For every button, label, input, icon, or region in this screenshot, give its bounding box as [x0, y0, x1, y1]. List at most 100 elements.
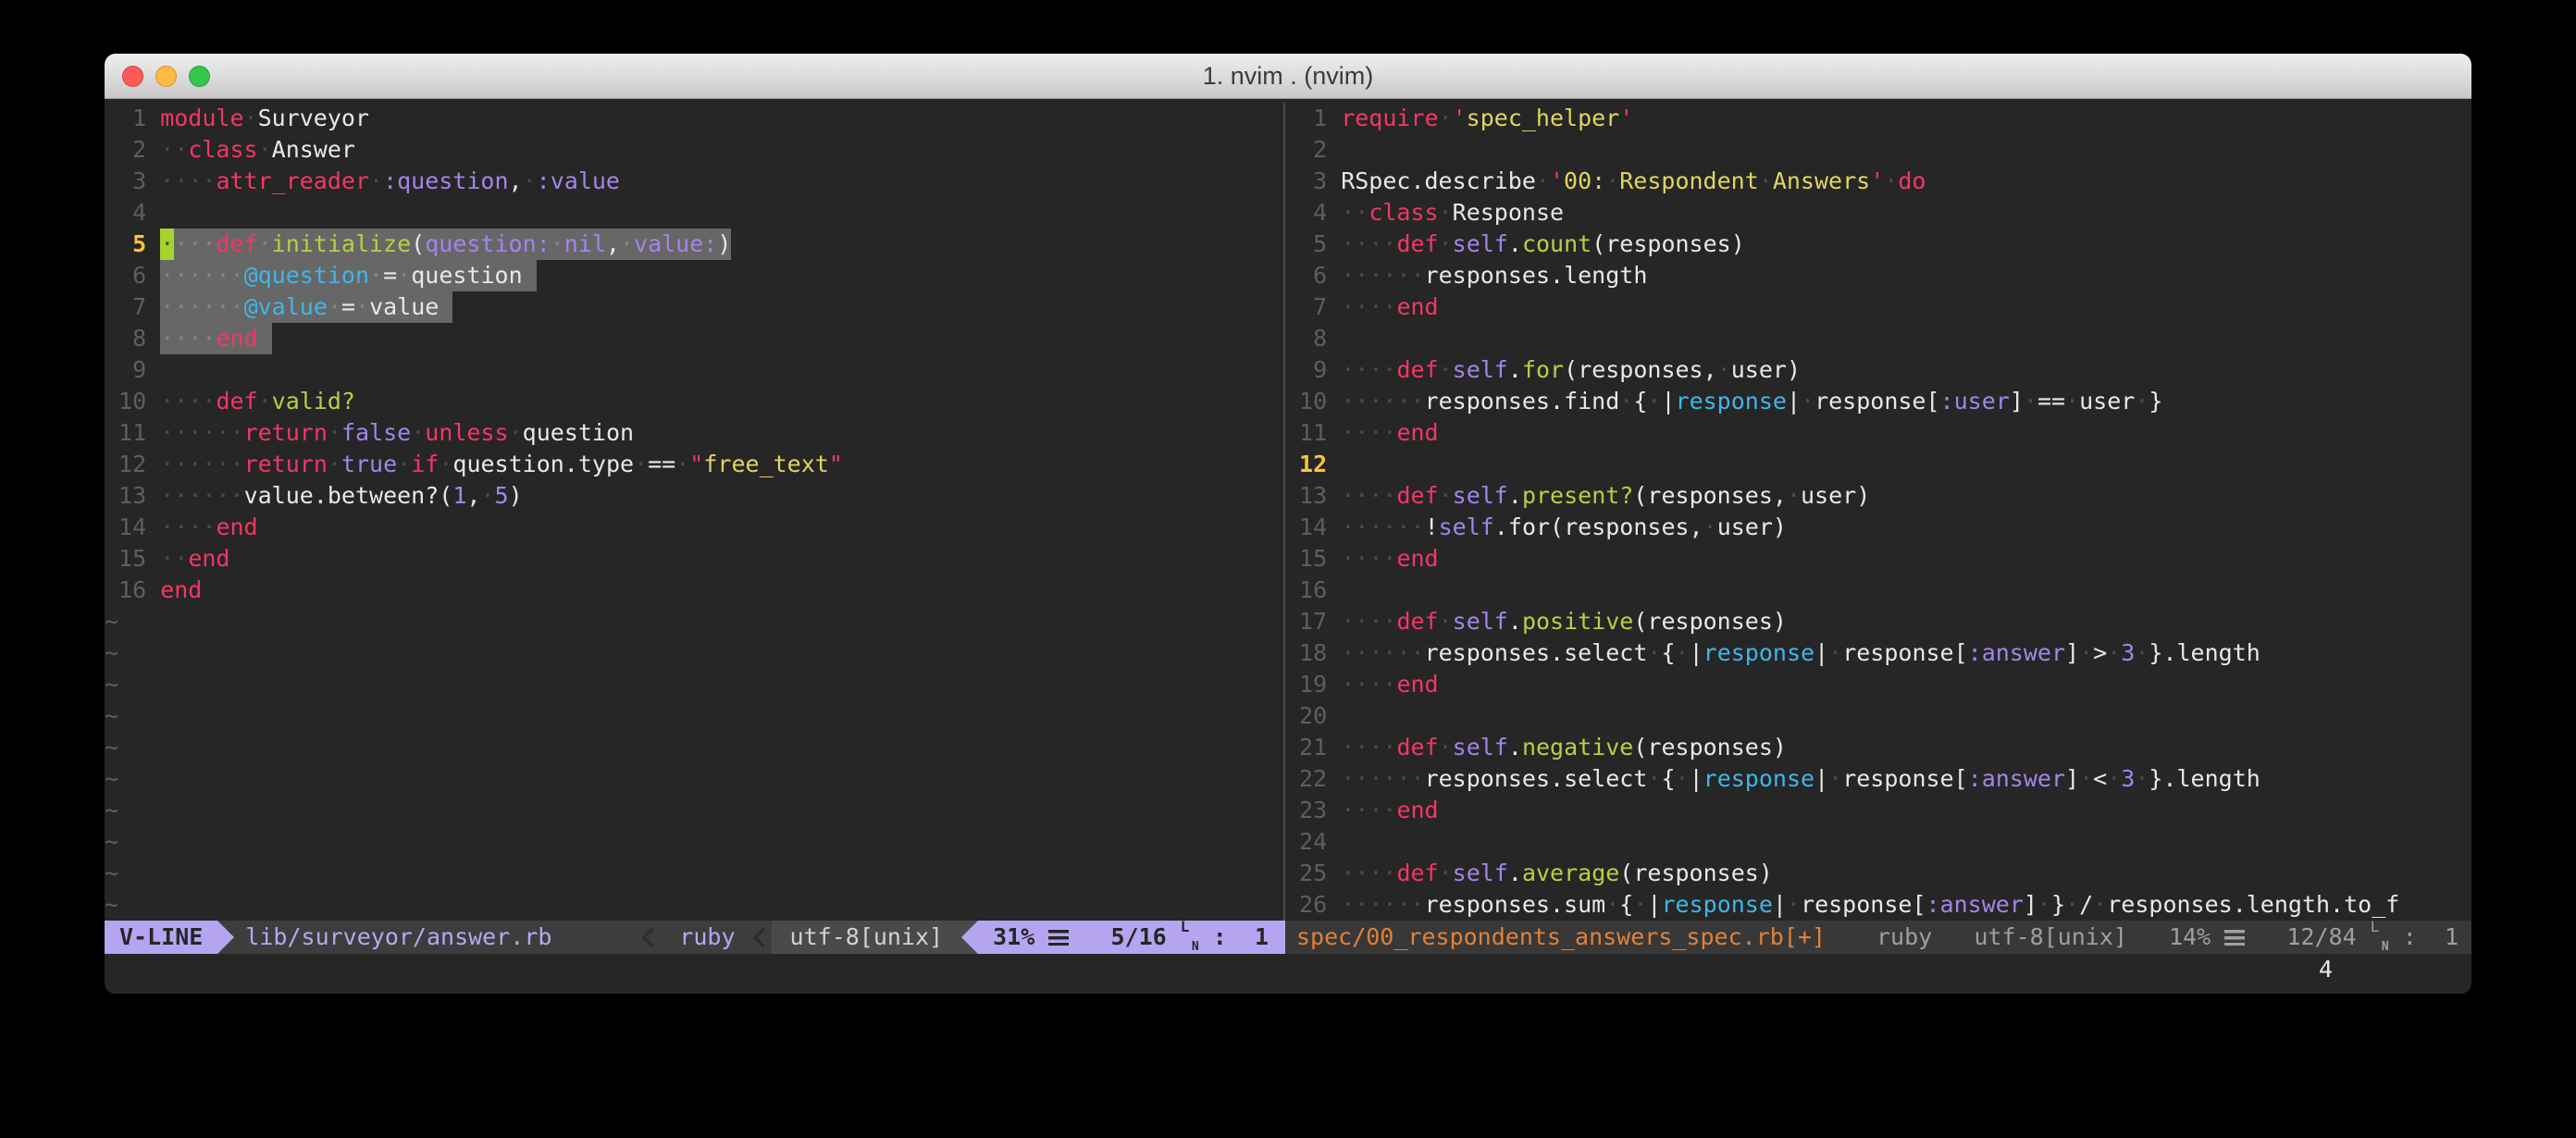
whitespace-dot: ·: [160, 167, 174, 194]
window-title: 1. nvim . (nvim): [105, 54, 2471, 98]
tilde-marker: ~: [105, 732, 118, 763]
code-line[interactable]: 2··class·Answer: [105, 134, 1283, 166]
code-line[interactable]: 11····end: [1285, 417, 2471, 449]
code-line[interactable]: 7····end: [1285, 291, 2471, 323]
code-line[interactable]: 26······responses.sum·{·|response|·respo…: [1285, 889, 2471, 921]
whitespace-dot: ·: [174, 451, 188, 477]
tilde-line: ~: [105, 826, 1283, 858]
code-line[interactable]: 22······responses.select·{·|response|·re…: [1285, 763, 2471, 795]
code-token: end: [216, 513, 257, 540]
code-line[interactable]: 12······return·true·if·question.type·==·…: [105, 449, 1283, 480]
number-gap: [1327, 858, 1341, 889]
whitespace-dot: ·: [1341, 356, 1355, 383]
code-line[interactable]: 3RSpec.describe·'00:·Respondent·Answers'…: [1285, 166, 2471, 197]
code-line[interactable]: 10····def·valid?: [105, 386, 1283, 417]
whitespace-dot: ·: [230, 293, 244, 320]
close-button[interactable]: [122, 66, 143, 87]
code-line[interactable]: 19····end: [1285, 669, 2471, 700]
code-line[interactable]: 13····def·self.present?(responses,·user): [1285, 480, 2471, 512]
tilde-line: ~: [105, 763, 1283, 795]
line-number: 14: [105, 512, 146, 543]
code-token: response: [1676, 388, 1787, 414]
code-line[interactable]: 8: [1285, 323, 2471, 354]
whitespace-dot: ·: [216, 293, 229, 320]
statusline-inactive: spec/00_respondents_answers_spec.rb[+] r…: [1285, 921, 2471, 954]
whitespace-dot: ·: [480, 482, 494, 509]
code-line[interactable]: 14······!self.for(responses,·user): [1285, 512, 2471, 543]
whitespace-dot: ·: [1368, 230, 1382, 257]
code-line[interactable]: 5····def·initialize(question:·nil,·value…: [105, 229, 1283, 260]
code-line[interactable]: 1require·'spec_helper': [1285, 103, 2471, 134]
code-line[interactable]: 13······value.between?(1,·5): [105, 480, 1283, 512]
line-number: 3: [105, 166, 146, 197]
active-filename-text: lib/surveyor/answer.rb: [245, 921, 551, 954]
code-line[interactable]: 16end: [105, 575, 1283, 606]
whitespace-dot: ·: [620, 230, 634, 257]
pane-answer-rb[interactable]: 1module·Surveyor2··class·Answer3····attr…: [105, 103, 1283, 921]
pane-spec-rb[interactable]: 1require·'spec_helper'23RSpec.describe·'…: [1285, 103, 2471, 921]
line-number: 9: [1285, 354, 1327, 386]
line-number: 1: [105, 103, 146, 134]
code-line[interactable]: 23····end: [1285, 795, 2471, 826]
code-line[interactable]: 24: [1285, 826, 2471, 858]
code-token: end: [1396, 671, 1438, 698]
whitespace-dot: ·: [1368, 797, 1382, 823]
code-line[interactable]: 16: [1285, 575, 2471, 606]
number-gap: [146, 260, 160, 291]
encoding-text: utf-8[unix]: [790, 921, 944, 954]
line-number: 15: [1285, 543, 1327, 575]
code-line[interactable]: 18······responses.select·{·|response|·re…: [1285, 637, 2471, 669]
code-line[interactable]: 7······@value·=·value: [105, 291, 1283, 323]
code-line[interactable]: 15··end: [105, 543, 1283, 575]
code-line[interactable]: 1module·Surveyor: [105, 103, 1283, 134]
code-line[interactable]: 5····def·self.count(responses): [1285, 229, 2471, 260]
whitespace-dot: ·: [216, 419, 229, 446]
code-token: for: [1522, 356, 1564, 383]
code-token: ,: [466, 482, 480, 509]
code-line[interactable]: 4··class·Response: [1285, 197, 2471, 229]
code-token: 1: [452, 482, 466, 509]
code-line[interactable]: 12: [1285, 449, 2471, 480]
code-line[interactable]: 11······return·false·unless·question: [105, 417, 1283, 449]
code-line[interactable]: 17····def·self.positive(responses): [1285, 606, 2471, 637]
whitespace-dot: ·: [160, 482, 174, 509]
number-gap: [146, 197, 160, 229]
whitespace-dot: ·: [1439, 356, 1453, 383]
whitespace-dot: ·: [174, 262, 188, 289]
code-token: ': [1550, 167, 1564, 194]
line-number: 16: [105, 575, 146, 606]
tilde-marker: ~: [105, 669, 118, 700]
code-line[interactable]: 4: [105, 197, 1283, 229]
code-line[interactable]: 8····end: [105, 323, 1283, 354]
number-gap: [1327, 260, 1341, 291]
whitespace-dot: ·: [230, 482, 244, 509]
whitespace-dot: ·: [1355, 608, 1368, 635]
whitespace-dot: ·: [2107, 639, 2121, 666]
whitespace-dot: ·: [1536, 167, 1550, 194]
code-line[interactable]: 6······@question·=·question: [105, 260, 1283, 291]
code-line[interactable]: 3····attr_reader·:question,·:value: [105, 166, 1283, 197]
code-line[interactable]: 9····def·self.for(responses,·user): [1285, 354, 2471, 386]
code-token: responses.length.to_f: [2107, 891, 2399, 918]
code-token: @question: [244, 262, 369, 289]
code-line[interactable]: 10······responses.find·{·|response|·resp…: [1285, 386, 2471, 417]
command-line[interactable]: 4: [105, 954, 2471, 994]
titlebar[interactable]: 1. nvim . (nvim): [105, 54, 2471, 99]
code-line[interactable]: 6······responses.length: [1285, 260, 2471, 291]
code-line[interactable]: 20: [1285, 700, 2471, 732]
zoom-button[interactable]: [189, 66, 210, 87]
whitespace-dot: ·: [1341, 545, 1355, 572]
whitespace-dot: ·: [160, 451, 174, 477]
line-number: 17: [1285, 606, 1327, 637]
code-line[interactable]: 14····end: [105, 512, 1283, 543]
whitespace-dot: ·: [1341, 513, 1355, 540]
code-line[interactable]: 9: [105, 354, 1283, 386]
whitespace-dot: ·: [244, 105, 258, 131]
code-token: def: [1396, 356, 1438, 383]
code-line[interactable]: 21····def·self.negative(responses): [1285, 732, 2471, 763]
whitespace-dot: ·: [1368, 545, 1382, 572]
code-line[interactable]: 25····def·self.average(responses): [1285, 858, 2471, 889]
minimize-button[interactable]: [155, 66, 177, 87]
code-line[interactable]: 2: [1285, 134, 2471, 166]
code-line[interactable]: 15····end: [1285, 543, 2471, 575]
